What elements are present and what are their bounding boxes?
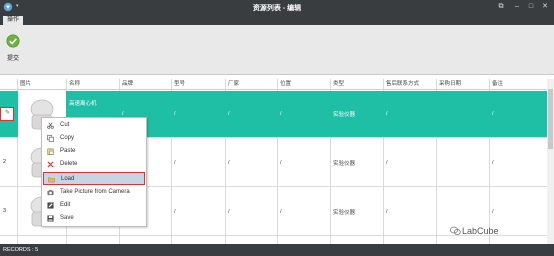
header-location[interactable]: 位置 (278, 79, 330, 90)
menu-item-take-picture[interactable]: Take Picture from Camera (43, 186, 145, 199)
menu-item-edit[interactable]: Edit (43, 199, 145, 212)
header-purchase-date[interactable]: 采购日期 (437, 79, 489, 90)
window-title: 资源列表 - 编辑 (252, 5, 302, 12)
copy-icon (47, 135, 54, 142)
watermark: LabCube (450, 226, 499, 236)
row-edit-indicator[interactable]: ✎ (0, 107, 14, 121)
menu-item-delete[interactable]: Delete (43, 158, 145, 171)
submit-button[interactable]: 提交 (3, 34, 23, 64)
cell-note[interactable]: / (490, 91, 547, 137)
vertical-scrollbar[interactable] (547, 79, 554, 244)
header-type[interactable]: 类型 (331, 79, 383, 90)
header-picture[interactable]: 图片 (18, 79, 66, 90)
title-bar: ▾ 资源列表 - 编辑 ⧉ – □ ✕ (0, 0, 554, 14)
cell-contact[interactable]: / (384, 188, 436, 235)
menu-item-label: Save (60, 215, 74, 221)
menu-item-load[interactable]: Load (43, 172, 145, 185)
cell-maker[interactable]: / (226, 91, 277, 137)
cell-location[interactable]: / (278, 91, 330, 137)
folder-icon (48, 177, 55, 183)
header-note[interactable]: 备注 (490, 79, 547, 90)
header-contact[interactable]: 售后联系方式 (384, 79, 436, 90)
cell-type[interactable]: 实验仪器 (331, 188, 383, 235)
menu-item-label: Cut (60, 122, 70, 128)
menu-item-label: Edit (60, 202, 71, 208)
minimize-button[interactable]: – (512, 2, 522, 12)
header-name[interactable]: 名称 (67, 79, 119, 90)
restore-icon[interactable]: ⧉ (496, 2, 506, 12)
cell-maker[interactable]: / (226, 139, 277, 186)
header-brand[interactable]: 品牌 (120, 79, 171, 90)
cell-maker[interactable]: / (226, 188, 277, 235)
cell-type[interactable]: 实验仪器 (331, 139, 383, 186)
cell-note[interactable]: / (490, 139, 547, 186)
context-menu: Cut Copy Paste Delete Load Take Picture … (41, 117, 147, 227)
cell-location[interactable]: / (278, 188, 330, 235)
scissors-icon (47, 122, 54, 129)
camera-icon (47, 189, 54, 196)
cell-contact[interactable]: / (384, 91, 436, 137)
close-button[interactable]: ✕ (540, 2, 550, 12)
menu-item-copy[interactable]: Copy (43, 132, 145, 145)
cell-type[interactable]: 实验仪器 (331, 91, 383, 137)
menu-item-label: Take Picture from Camera (60, 189, 130, 195)
menu-item-label: Delete (60, 161, 78, 167)
records-count: RECORDS : 5 (3, 247, 39, 253)
header-model[interactable]: 型号 (172, 79, 225, 90)
cell-purchase-date[interactable] (437, 91, 489, 137)
cell-location[interactable]: / (278, 139, 330, 186)
cell-model[interactable]: / (172, 139, 225, 186)
menu-item-paste[interactable]: Paste (43, 145, 145, 158)
header-maker[interactable]: 厂家 (226, 79, 277, 90)
submit-label: 提交 (6, 56, 19, 62)
save-icon (47, 215, 54, 222)
cell-model[interactable]: / (172, 188, 225, 235)
cell-model[interactable]: / (172, 91, 225, 137)
menu-item-cut[interactable]: Cut (43, 119, 145, 132)
cell-contact[interactable]: / (384, 139, 436, 186)
scrollbar-thumb[interactable] (548, 89, 553, 149)
menu-item-save[interactable]: Save (43, 212, 145, 225)
ribbon-tab-bar: 操作 (0, 14, 554, 25)
cell-purchase-date[interactable] (437, 139, 489, 186)
menu-item-label: Paste (60, 148, 76, 154)
menu-item-label: Load (61, 176, 75, 182)
ribbon-panel: 提交 (0, 25, 554, 75)
row-number: 3 (3, 208, 7, 214)
menu-item-label: Copy (60, 135, 75, 141)
cell-note[interactable]: / (490, 188, 547, 235)
delete-icon (47, 161, 54, 168)
watermark-text: LabCube (462, 226, 499, 236)
edit-icon (47, 202, 54, 209)
paste-icon (47, 148, 54, 155)
status-bar: RECORDS : 5 (0, 244, 554, 256)
header-row-number (0, 79, 17, 90)
wechat-icon (450, 226, 461, 235)
maximize-button[interactable]: □ (526, 2, 536, 12)
tab-operations[interactable]: 操作 (3, 16, 23, 25)
row-number: 2 (3, 159, 7, 165)
pencil-icon: ✎ (5, 110, 11, 116)
check-icon (6, 34, 20, 48)
